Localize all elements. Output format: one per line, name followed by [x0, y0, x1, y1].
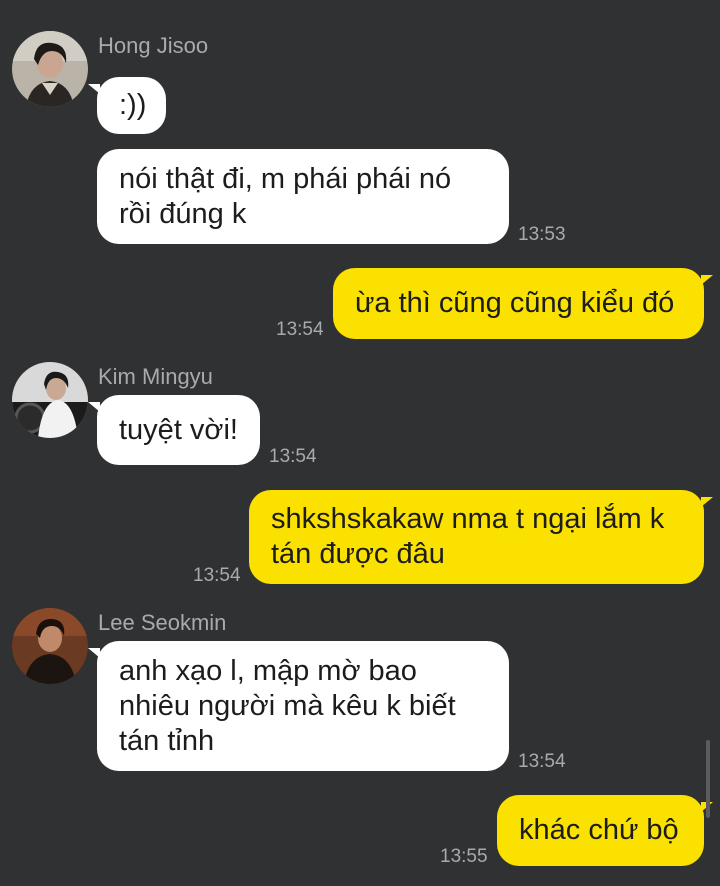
- message-time: 13:54: [193, 565, 241, 586]
- avatar-lee-seokmin[interactable]: [12, 608, 88, 684]
- message-text: :)): [119, 89, 147, 121]
- avatar-kim-mingyu[interactable]: [12, 362, 88, 438]
- sender-name: Hong Jisoo: [98, 33, 209, 58]
- bubble-tail: [88, 84, 100, 94]
- bubble-tail: [88, 648, 100, 658]
- scrollbar[interactable]: [706, 740, 710, 818]
- message-text: nói thật đi, m phái phái nó rồi đúng k: [119, 162, 452, 230]
- message-text: ừa thì cũng cũng kiểu đó: [355, 287, 675, 319]
- message-bubble-incoming[interactable]: tuyệt vời!: [97, 395, 260, 465]
- sender-name: Lee Seokmin: [98, 610, 227, 635]
- message-bubble-incoming[interactable]: nói thật đi, m phái phái nó rồi đúng k: [97, 149, 509, 244]
- bubble-tail: [701, 275, 713, 285]
- message-time: 13:53: [518, 224, 566, 245]
- message-text: khác chứ bộ: [519, 814, 679, 846]
- message-time: 13:54: [518, 751, 566, 772]
- message-bubble-outgoing[interactable]: shkshskakaw nma t ngại lắm k tán được đâ…: [249, 490, 704, 584]
- message-text: tuyệt vời!: [119, 413, 238, 446]
- sender-name: Kim Mingyu: [98, 364, 213, 389]
- message-bubble-incoming[interactable]: :)): [97, 77, 166, 134]
- message-text: shkshskakaw nma t ngại lắm k tán được đâ…: [271, 503, 665, 570]
- message-bubble-outgoing[interactable]: ừa thì cũng cũng kiểu đó: [333, 268, 704, 339]
- message-bubble-incoming[interactable]: anh xạo l, mập mờ bao nhiêu người mà kêu…: [97, 641, 509, 771]
- message-bubble-outgoing[interactable]: khác chứ bộ: [497, 795, 704, 866]
- message-text: anh xạo l, mập mờ bao nhiêu người mà kêu…: [119, 654, 456, 757]
- message-time: 13:54: [276, 319, 324, 340]
- message-time: 13:54: [269, 446, 317, 467]
- bubble-tail: [701, 497, 713, 507]
- bubble-tail: [88, 402, 100, 412]
- avatar-hong-jisoo[interactable]: [12, 31, 88, 107]
- message-time: 13:55: [440, 846, 488, 867]
